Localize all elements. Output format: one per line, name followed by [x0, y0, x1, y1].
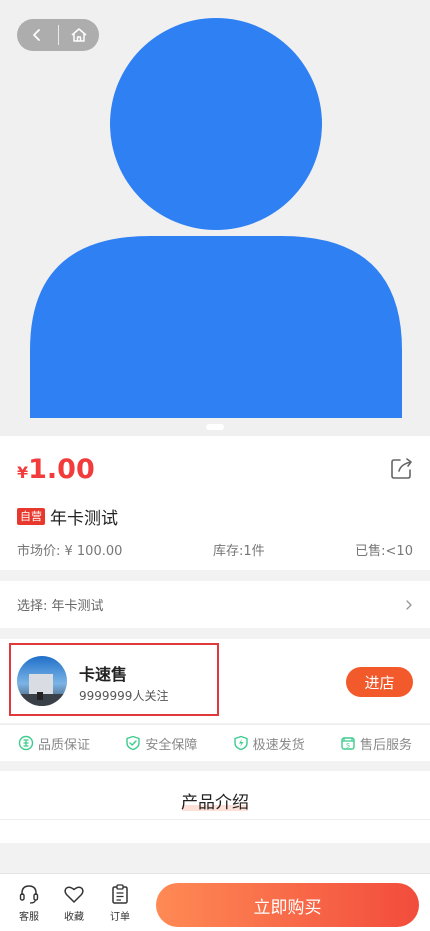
spec-select-row[interactable]: 选择: 年卡测试 [0, 581, 430, 628]
shop-logo[interactable] [17, 656, 67, 706]
intro-divider [0, 819, 430, 820]
heart-icon [64, 886, 84, 903]
shop-followers: 9999999人关注 [79, 689, 169, 703]
product-intro-section: 产品介绍 [0, 771, 430, 843]
spec-select-text: 选择: 年卡测试 [17, 599, 104, 614]
service-quality: 品质保证 [18, 734, 90, 753]
stock: 库存:1件 [212, 544, 265, 559]
user-placeholder-image [30, 18, 402, 418]
service-after-sale: S 售后服务 [340, 734, 412, 753]
bottom-action-bar: 客服 收藏 订单 立即购买 [0, 873, 430, 931]
tab-favorite[interactable]: 收藏 [54, 883, 94, 923]
service-fast-delivery: 极速发货 [233, 734, 305, 753]
service-label: 售后服务 [359, 737, 412, 753]
tab-label: 客服 [19, 912, 39, 923]
buy-now-button[interactable]: 立即购买 [156, 883, 419, 927]
home-button[interactable] [58, 19, 99, 51]
intro-title: 产品介绍 [181, 793, 249, 813]
quality-icon [18, 735, 34, 751]
shop-logo-image [17, 656, 67, 706]
tab-orders[interactable]: 订单 [100, 883, 140, 923]
service-guarantees: 品质保证 安全保障 极速发货 S 售后服务 [0, 724, 430, 761]
self-operated-badge: 自营 [17, 508, 45, 525]
home-icon [71, 28, 87, 42]
after-sale-icon: S [341, 737, 355, 750]
share-button[interactable] [390, 456, 414, 484]
lightning-shield-icon [233, 735, 248, 751]
clipboard-icon [112, 884, 128, 904]
price-value: 1.00 [28, 454, 95, 485]
shop-name: 卡速售 [79, 665, 128, 684]
title-row: 自营 年卡测试 [17, 504, 118, 529]
service-label: 极速发货 [252, 737, 305, 753]
svg-text:S: S [346, 743, 350, 750]
tab-label: 订单 [110, 912, 130, 923]
enter-shop-button[interactable]: 进店 [346, 667, 413, 697]
headset-icon [19, 885, 39, 904]
tab-label: 收藏 [64, 912, 84, 923]
chevron-right-icon [406, 599, 412, 610]
sold-count: 已售:<10 [355, 544, 413, 559]
service-label: 品质保证 [38, 737, 91, 753]
carousel-indicator [206, 424, 224, 430]
service-security: 安全保障 [125, 734, 197, 753]
product-meta: 市场价: ¥ 100.00 库存:1件 已售:<10 [17, 540, 413, 559]
nav-pill [17, 19, 99, 51]
currency-symbol: ¥ [17, 463, 29, 482]
chevron-left-icon [33, 29, 41, 41]
share-icon [391, 458, 412, 479]
back-button[interactable] [17, 19, 58, 51]
service-label: 安全保障 [145, 737, 198, 753]
price: ¥1.00 [17, 454, 95, 485]
shop-card: 卡速售 9999999人关注 进店 [0, 639, 430, 723]
tab-customer-service[interactable]: 客服 [9, 883, 49, 923]
price-card: ¥1.00 自营 年卡测试 市场价: ¥ 100.00 库存:1件 已售:<10 [0, 436, 430, 570]
product-image-carousel[interactable] [0, 0, 430, 436]
shield-check-icon [126, 735, 141, 751]
product-title: 年卡测试 [50, 509, 118, 529]
market-price: 市场价: ¥ 100.00 [17, 544, 123, 559]
